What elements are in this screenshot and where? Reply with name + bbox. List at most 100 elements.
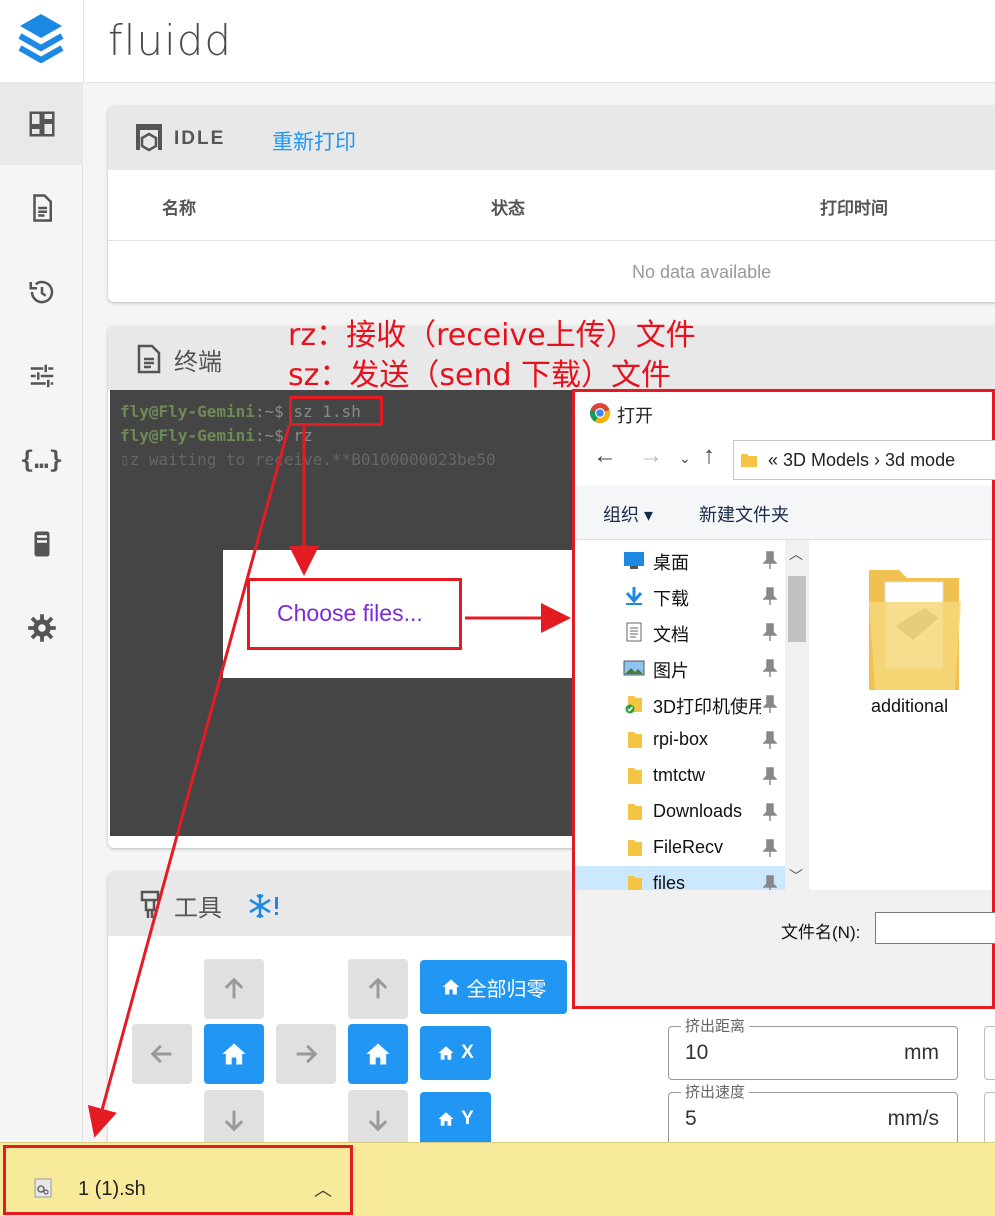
file-list-pane: additional: [809, 540, 992, 890]
pin-icon: [763, 587, 777, 605]
pin-icon: [763, 731, 777, 749]
appbar-divider: [83, 0, 84, 83]
braces-icon: {…}: [19, 446, 64, 474]
address-breadcrumb: « 3D Models › 3d mode: [768, 450, 956, 470]
jog-y-plus-button[interactable]: [204, 959, 264, 1019]
download-item[interactable]: 1 (1).sh ︿: [3, 1145, 353, 1215]
folder-synced-icon: [625, 696, 642, 714]
home-icon: [366, 1043, 390, 1065]
chevron-up-icon[interactable]: ︿: [314, 1176, 332, 1202]
desktop-icon: [624, 552, 644, 569]
jog-y-minus-button[interactable]: [204, 1090, 264, 1150]
filename-input[interactable]: [875, 912, 995, 944]
scroll-up-icon[interactable]: ︿: [789, 544, 803, 564]
tree-item-label: 3D打印机使用: [653, 697, 761, 717]
reprint-button[interactable]: 重新打印: [272, 126, 356, 156]
status-card-header: IDLE 重新打印: [108, 106, 995, 170]
pin-icon: [763, 875, 777, 890]
folder-icon: [628, 840, 642, 856]
folder-icon: [628, 804, 642, 820]
sidebar-item-settings[interactable]: [0, 587, 83, 669]
extrude-distance-field[interactable]: 挤出距离 10 mm: [668, 1015, 958, 1080]
arrow-right-icon: [296, 1044, 318, 1064]
jog-x-plus-button[interactable]: [276, 1024, 336, 1084]
jog-z-plus-button[interactable]: [348, 959, 408, 1019]
tree-item-downloads[interactable]: 下载: [575, 578, 785, 614]
home-all-button[interactable]: 全部归零: [420, 960, 567, 1014]
tune-icon: [30, 364, 53, 388]
tree-item-documents[interactable]: 文档: [575, 614, 785, 650]
home-xy-button[interactable]: [204, 1024, 264, 1084]
tree-item-label: 下载: [653, 589, 689, 609]
sidebar-item-macros[interactable]: {…}: [0, 419, 83, 501]
terminal-line: fly@Fly-Gemini:~$ rz: [120, 426, 313, 445]
forward-arrow-icon[interactable]: →: [639, 442, 663, 470]
home-x-button[interactable]: X: [420, 1026, 491, 1080]
up-arrow-icon[interactable]: ↑: [703, 442, 715, 470]
pin-icon: [763, 839, 777, 857]
arrow-left-icon: [150, 1044, 172, 1064]
organize-button[interactable]: 组织 ▾: [603, 501, 653, 527]
extrude-distance-value: 10: [685, 1041, 709, 1064]
home-y-button[interactable]: Y: [420, 1092, 491, 1146]
column-header-print-time[interactable]: 打印时间: [820, 194, 888, 219]
tree-item-pictures[interactable]: 图片: [575, 650, 785, 686]
extrude-speed-value: 5: [685, 1107, 697, 1130]
home-z-button[interactable]: [348, 1024, 408, 1084]
printer-device-icon: [34, 531, 49, 557]
app-title: fluidd: [108, 16, 233, 65]
column-header-name[interactable]: 名称: [162, 194, 196, 219]
extrude-speed-field[interactable]: 挤出速度 5 mm/s: [668, 1081, 958, 1146]
new-folder-button[interactable]: 新建文件夹: [699, 501, 789, 527]
partial-field: [984, 1092, 995, 1146]
folder-icon: [628, 768, 642, 784]
dialog-toolbar: 组织 ▾ 新建文件夹: [575, 486, 992, 540]
dashboard-icon: [29, 111, 54, 137]
pin-icon: [763, 659, 777, 677]
dialog-navbar: ← → ⌄ ↑ « 3D Models › 3d mode: [575, 434, 995, 486]
back-arrow-icon[interactable]: ←: [593, 442, 617, 470]
scrollbar-thumb[interactable]: [788, 576, 806, 642]
table-divider: [108, 240, 995, 241]
sidebar-item-history[interactable]: [0, 251, 83, 333]
terminal-line: ▯z waiting to receive.**B0100000023be50: [120, 450, 496, 469]
tree-item-desktop[interactable]: 桌面: [575, 542, 785, 578]
jog-z-minus-button[interactable]: [348, 1090, 408, 1150]
pin-icon: [763, 551, 777, 569]
history-icon: [29, 280, 53, 304]
pin-icon: [763, 767, 777, 785]
home-y-label: Y: [461, 1108, 474, 1129]
pin-icon: [763, 623, 777, 641]
tree-item-files[interactable]: files: [575, 866, 785, 890]
recent-dropdown-icon[interactable]: ⌄: [679, 450, 691, 467]
jog-x-minus-button[interactable]: [132, 1024, 192, 1084]
arrow-up-icon: [224, 977, 244, 999]
sidebar-item-dashboard[interactable]: [0, 83, 83, 165]
navigation-tree: 桌面 下载 文档 图片 3D打印机使用 rpi-box tmtctw Downl…: [575, 540, 785, 890]
documents-icon: [626, 622, 642, 642]
tree-scrollbar[interactable]: ︿ ﹀: [785, 540, 809, 890]
sidebar-item-system[interactable]: [0, 503, 83, 585]
chrome-logo-icon: [590, 403, 610, 423]
sidebar-item-tune[interactable]: [0, 335, 83, 417]
scroll-down-icon[interactable]: ﹀: [789, 866, 803, 886]
app-bar: fluidd: [0, 0, 995, 83]
cooldown-snowflake-icon[interactable]: [248, 892, 280, 920]
download-arrow-icon: [625, 587, 643, 605]
folder-thumbnail-icon[interactable]: [867, 562, 963, 690]
sidebar-item-jobs[interactable]: [0, 167, 83, 249]
file-item-label: additional: [871, 696, 949, 716]
tree-item-tmtctw[interactable]: tmtctw: [575, 758, 785, 794]
tree-item-filerecv[interactable]: FileRecv: [575, 830, 785, 866]
filename-label: 文件名(N):: [781, 923, 861, 942]
tree-item-downloads-folder[interactable]: Downloads: [575, 794, 785, 830]
rz-annotation: rz：接收（receive上传）文件: [288, 318, 696, 353]
address-bar[interactable]: « 3D Models › 3d mode: [733, 440, 995, 480]
arrow-up-icon: [368, 977, 388, 999]
tree-item-3d-printer[interactable]: 3D打印机使用: [575, 686, 785, 722]
fluidd-logo-icon[interactable]: [18, 12, 64, 68]
tree-item-rpi-box[interactable]: rpi-box: [575, 722, 785, 758]
console-document-icon: [137, 344, 161, 374]
column-header-status[interactable]: 状态: [491, 194, 525, 219]
extrude-speed-unit: mm/s: [887, 1107, 939, 1130]
